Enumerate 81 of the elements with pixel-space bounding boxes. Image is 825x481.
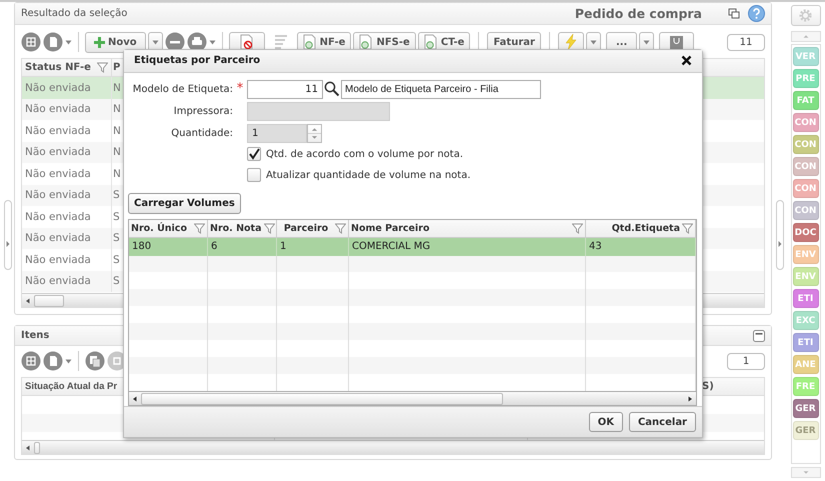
filter-icon[interactable] <box>572 222 583 234</box>
required-mark: * <box>236 84 244 94</box>
column-header[interactable]: Nro. Nota <box>208 220 277 237</box>
copy-icon[interactable] <box>85 351 105 371</box>
table-cell: 1 <box>277 238 349 256</box>
field-label: Quantidade: <box>170 128 233 139</box>
table-cell: Não enviada <box>22 270 112 292</box>
column-header[interactable]: Nome Parceiro <box>349 220 586 237</box>
filter-icon[interactable] <box>97 62 108 73</box>
table-cell: 180 <box>129 238 208 256</box>
table-row[interactable]: 180 6 1 COMERCIAL MG 43 <box>129 238 696 256</box>
table-cell: S <box>112 254 121 266</box>
collapse-handle[interactable] <box>4 200 12 270</box>
scrollbar-thumb[interactable] <box>34 294 64 306</box>
table-cell: 43 <box>586 238 696 256</box>
record-count: 11 <box>727 34 765 50</box>
table-cell: N <box>112 103 122 116</box>
grid-icon[interactable] <box>21 32 41 52</box>
checkbox-label: Qtd. de acordo com o volume por nota. <box>266 148 463 160</box>
filter-icon[interactable] <box>194 222 205 234</box>
table-cell: 6 <box>208 238 277 256</box>
caret-icon[interactable] <box>152 40 159 44</box>
plus-icon <box>94 36 105 48</box>
table-cell: N <box>112 146 122 158</box>
spinner-button[interactable] <box>307 124 322 143</box>
panel-title: Itens <box>21 330 50 341</box>
column-header[interactable]: S) <box>702 381 714 392</box>
caret-icon[interactable] <box>590 40 597 44</box>
table-cell: COMERCIAL MG <box>349 238 586 256</box>
document-icon[interactable] <box>43 32 63 52</box>
table-cell: S <box>112 232 121 244</box>
column-header[interactable]: Qtd.Etiqueta <box>586 220 696 237</box>
settings-icon <box>798 8 813 23</box>
caret-icon[interactable] <box>65 358 72 364</box>
filter-icon[interactable] <box>264 222 275 234</box>
column-header[interactable]: Nro. Único <box>129 220 208 237</box>
code-field[interactable]: 11 <box>247 80 323 99</box>
model-name-field[interactable]: Modelo de Etiqueta Parceiro - Filia <box>341 80 541 99</box>
checkbox[interactable] <box>247 147 261 162</box>
document-icon[interactable] <box>43 351 63 371</box>
table-cell: N <box>112 168 122 180</box>
column-header[interactable]: Status NF-e <box>22 59 112 76</box>
search-icon[interactable] <box>324 81 340 98</box>
table-cell: N <box>112 82 122 94</box>
table-cell: S <box>112 210 121 223</box>
scrollbar-thumb[interactable] <box>34 442 40 454</box>
field-label: Modelo de Etiqueta: <box>132 84 233 95</box>
table-cell: Não enviada <box>22 228 112 249</box>
column-header[interactable]: P <box>112 59 122 76</box>
panel-title: Resultado da seleção <box>21 8 128 19</box>
help-icon[interactable] <box>748 5 765 22</box>
table-cell: S <box>112 275 121 288</box>
dialog-title: Etiquetas por Parceiro <box>134 55 262 66</box>
collapse-handle[interactable] <box>776 200 784 270</box>
checkbox[interactable] <box>247 168 261 182</box>
caret-icon[interactable] <box>643 40 650 44</box>
lightning-icon <box>564 34 577 50</box>
load-volumes-button[interactable]: Carregar Volumes <box>128 192 241 214</box>
close-icon[interactable] <box>681 55 692 66</box>
checkbox-label: Atualizar quantidade de volume na nota. <box>266 170 471 181</box>
context-title: Pedido de compra <box>574 6 702 21</box>
new-button[interactable]: Novo <box>85 32 146 52</box>
filter-icon[interactable] <box>335 222 346 234</box>
record-count: 1 <box>727 352 765 370</box>
cancel-button[interactable]: Cancelar <box>628 412 696 432</box>
scrollbar-thumb[interactable] <box>141 392 503 405</box>
table-cell: Não enviada <box>22 184 112 206</box>
table-cell: Não enviada <box>22 142 112 163</box>
table-cell: Não enviada <box>22 98 112 120</box>
caret-icon[interactable] <box>208 40 216 44</box>
table-cell: S <box>112 189 121 202</box>
filter-icon[interactable] <box>682 222 693 234</box>
grid-icon[interactable] <box>21 351 41 371</box>
field-label: Impressora: <box>172 106 233 117</box>
action-button[interactable]: GER <box>792 399 818 418</box>
column-header[interactable]: Parceiro <box>277 220 349 237</box>
ok-button[interactable]: OK <box>588 412 623 432</box>
table-cell: N <box>112 124 122 137</box>
caret-icon[interactable] <box>65 40 72 44</box>
window-icon[interactable] <box>728 8 740 20</box>
maximize-icon[interactable] <box>753 330 765 342</box>
